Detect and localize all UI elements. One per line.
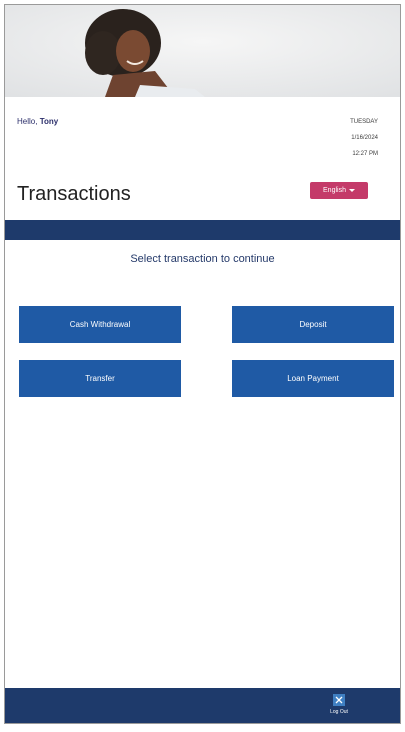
transfer-button[interactable]: Transfer [19,360,181,397]
app-frame: Hello, Tony TUESDAY 1/16/2024 12:27 PM T… [4,4,401,724]
greeting-prefix: Hello, [17,117,40,126]
date-time-panel: TUESDAY 1/16/2024 12:27 PM [350,114,378,162]
instruction-text: Select transaction to continue [130,253,275,265]
chevron-down-icon [348,189,355,192]
day-text: TUESDAY [350,119,378,125]
footer-bar: Log Out [5,688,400,723]
header-band [5,220,400,240]
language-label: English [323,187,346,194]
cash-withdrawal-button[interactable]: Cash Withdrawal [19,306,181,343]
greeting: Hello, Tony [17,117,58,126]
date-text: 1/16/2024 [351,135,378,141]
loan-payment-button[interactable]: Loan Payment [232,360,394,397]
cash-withdrawal-label: Cash Withdrawal [69,320,131,329]
logout-button[interactable]: Log Out [323,694,355,715]
time-text: 12:27 PM [352,151,378,157]
loan-payment-label: Loan Payment [287,374,339,383]
deposit-button[interactable]: Deposit [232,306,394,343]
deposit-label: Deposit [299,320,327,329]
logout-label: Log Out [330,709,348,715]
page-title: Transactions [17,183,131,205]
hero-image [5,5,400,97]
language-dropdown[interactable]: English [310,182,368,199]
transfer-label: Transfer [85,374,115,383]
close-icon [333,694,345,706]
user-name: Tony [39,117,59,126]
